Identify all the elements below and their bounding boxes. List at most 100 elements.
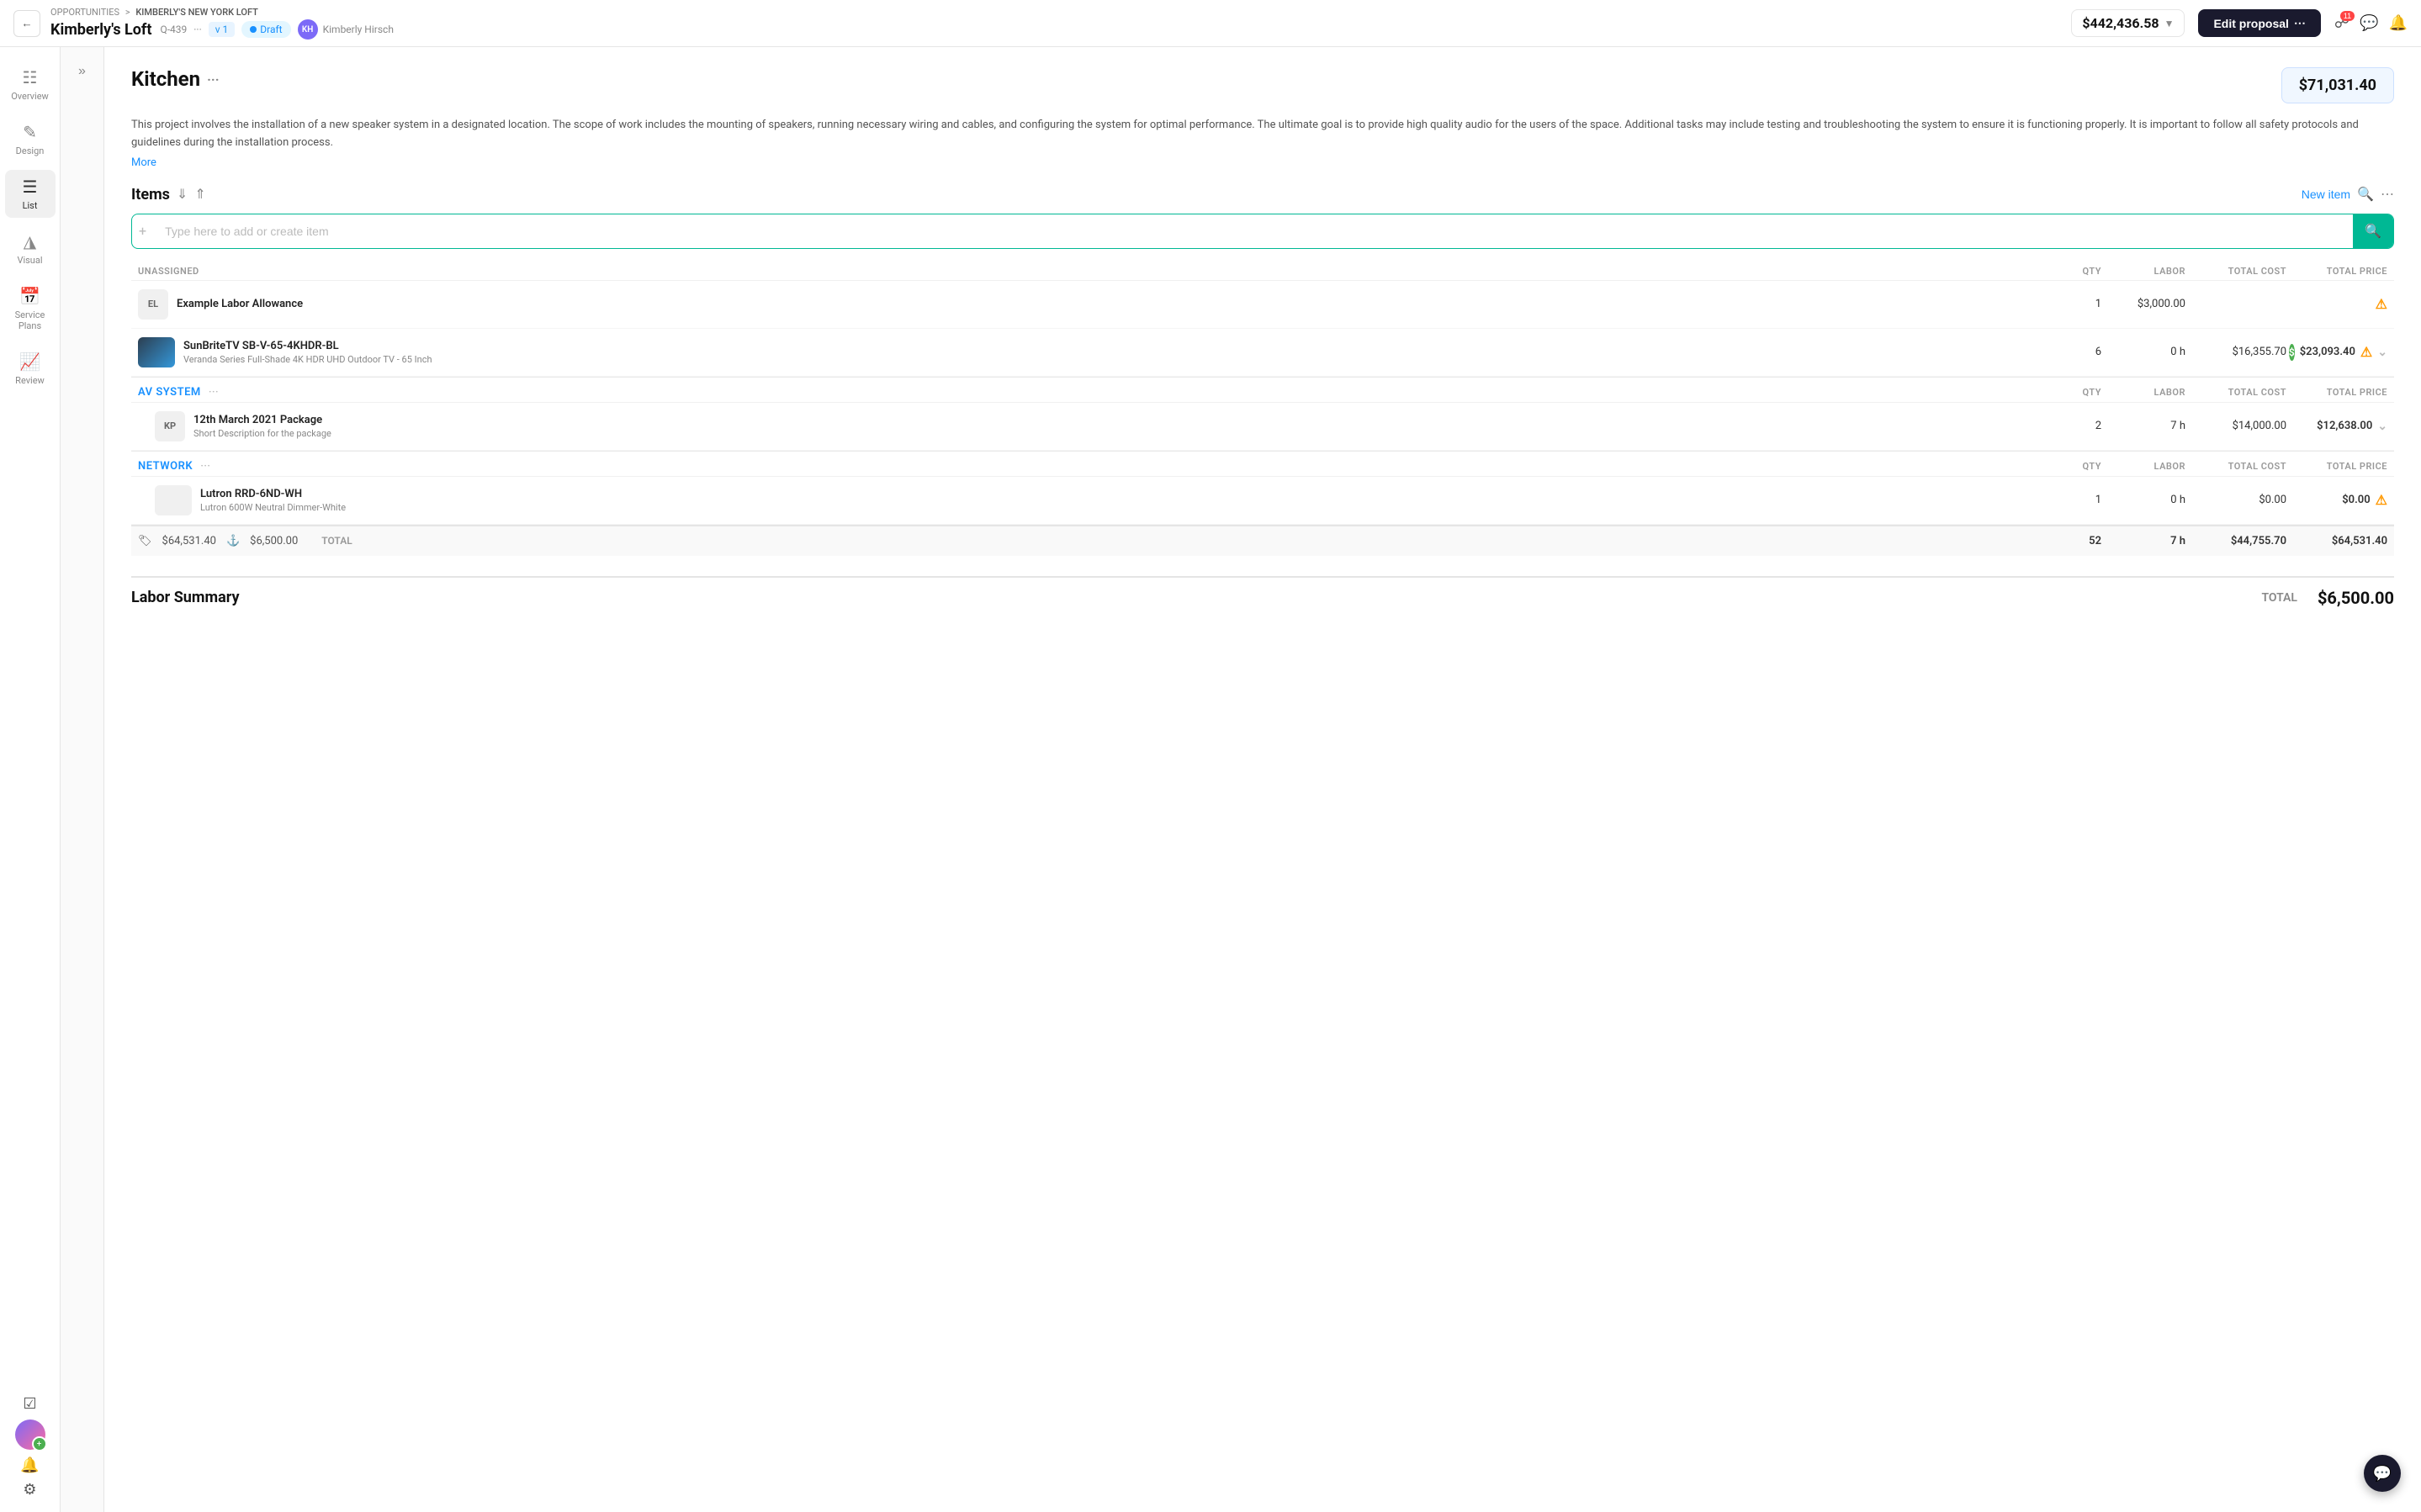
visual-label: Visual bbox=[17, 255, 42, 266]
breadcrumb: OPPORTUNITIES > KIMBERLY'S NEW YORK LOFT bbox=[50, 7, 394, 18]
bookmark-button[interactable]: ☍ 11 bbox=[2334, 14, 2349, 32]
item-desc: Short Description for the package bbox=[193, 428, 331, 439]
edit-proposal-label: Edit proposal bbox=[2213, 17, 2288, 30]
dots-sep: ··· bbox=[193, 24, 201, 35]
add-item-search-button[interactable]: 🔍 bbox=[2353, 214, 2393, 248]
unassigned-col-headers: Unassigned QTY LABOR TOTAL COST TOTAL PR… bbox=[131, 262, 2394, 281]
col-total-price: TOTAL PRICE bbox=[2293, 266, 2394, 277]
overview-label: Overview bbox=[11, 91, 49, 102]
sidebar: ☷ Overview ✎ Design ☰ List ◮ Visual 📅 Se… bbox=[0, 47, 61, 1512]
item-desc: Veranda Series Full-Shade 4K HDR UHD Out… bbox=[183, 354, 432, 365]
more-icon: ⋯ bbox=[2294, 16, 2306, 30]
warning-icon: ⚠ bbox=[2376, 492, 2387, 508]
item-details: Example Labor Allowance bbox=[177, 298, 303, 310]
top-icons: ☍ 11 💬 🔔 bbox=[2334, 14, 2408, 32]
edit-proposal-button[interactable]: Edit proposal ⋯ bbox=[2198, 9, 2320, 37]
overview-icon: ☷ bbox=[23, 67, 38, 87]
sidebar-item-review[interactable]: 📈 Review bbox=[5, 345, 56, 393]
total-price-dropdown[interactable]: $442,436.58 ▼ bbox=[2071, 9, 2185, 37]
task-button[interactable]: ☑ bbox=[23, 1395, 36, 1413]
green-check-icon: $ bbox=[2289, 344, 2295, 361]
back-button[interactable]: ← bbox=[13, 10, 40, 37]
search-items-button[interactable]: 🔍 bbox=[2357, 186, 2374, 203]
service-plans-icon: 📅 bbox=[19, 286, 40, 306]
sidebar-item-visual[interactable]: ◮ Visual bbox=[5, 225, 56, 272]
chat-button[interactable]: 💬 bbox=[2360, 14, 2378, 32]
item-desc: Lutron 600W Neutral Dimmer-White bbox=[200, 502, 346, 513]
project-description: This project involves the installation o… bbox=[131, 117, 2394, 152]
av-col-qty: QTY bbox=[2041, 387, 2108, 398]
item-price: $12,638.00 ⌄ bbox=[2293, 420, 2394, 433]
more-items-button[interactable]: ⋯ bbox=[2381, 186, 2394, 203]
user-avatar[interactable] bbox=[15, 1419, 45, 1450]
labor-total-value: $6,500.00 bbox=[2318, 588, 2394, 608]
sidebar-item-list[interactable]: ☰ List bbox=[5, 170, 56, 218]
network-dots[interactable]: ··· bbox=[200, 460, 210, 472]
expand-sidebar-button[interactable]: » bbox=[72, 57, 93, 86]
items-header: Items ⇓ ⇑ New item 🔍 ⋯ bbox=[131, 186, 2394, 204]
av-system-section: AV System ··· QTY LABOR TOTAL COST TOTAL… bbox=[131, 377, 2394, 451]
sidebar-item-service-plans[interactable]: 📅 Service Plans bbox=[5, 279, 56, 338]
totals-total-price: $64,531.40 bbox=[2293, 535, 2394, 547]
project-title: Kimberly's Loft bbox=[50, 21, 151, 39]
item-qty: 1 bbox=[2041, 298, 2108, 310]
notifications-sidebar-button[interactable]: 🔔 bbox=[20, 1456, 39, 1474]
items-title: Items bbox=[131, 186, 170, 204]
draft-label: Draft bbox=[260, 24, 282, 35]
net-col-total-cost: TOTAL COST bbox=[2192, 461, 2293, 472]
assignee-avatar: KH bbox=[298, 19, 318, 40]
item-badge: KP bbox=[155, 411, 185, 441]
labor-icon: ⚓ bbox=[226, 535, 240, 547]
collapse-all-button[interactable]: ⇓ bbox=[177, 186, 188, 203]
av-col-labor: LABOR bbox=[2108, 387, 2192, 398]
page-title-container: Kitchen ··· bbox=[131, 67, 220, 91]
nav-right: $442,436.58 ▼ Edit proposal ⋯ ☍ 11 💬 🔔 bbox=[2071, 9, 2408, 37]
add-item-input[interactable] bbox=[153, 216, 2353, 246]
item-qty: 2 bbox=[2041, 420, 2108, 432]
expand-row-icon[interactable]: ⌄ bbox=[2377, 346, 2387, 359]
draft-badge: Draft bbox=[241, 21, 290, 38]
project-info: OPPORTUNITIES > KIMBERLY'S NEW YORK LOFT… bbox=[50, 7, 394, 40]
new-item-button[interactable]: New item bbox=[2302, 188, 2350, 201]
item-thumb-img bbox=[138, 337, 175, 367]
av-col-total-cost: TOTAL COST bbox=[2192, 387, 2293, 398]
item-info: EL Example Labor Allowance bbox=[131, 289, 2041, 320]
item-cost: $14,000.00 bbox=[2192, 420, 2293, 432]
add-item-row: + 🔍 bbox=[131, 214, 2394, 249]
expand-all-button[interactable]: ⇑ bbox=[194, 186, 205, 203]
notification-button[interactable]: 🔔 bbox=[2389, 14, 2408, 32]
sidebar-item-design[interactable]: ✎ Design bbox=[5, 115, 56, 163]
network-label: Network bbox=[138, 460, 193, 473]
item-details: Lutron RRD-6ND-WH Lutron 600W Neutral Di… bbox=[200, 488, 346, 513]
item-thumb-placeholder bbox=[155, 485, 192, 515]
sidebar-item-overview[interactable]: ☷ Overview bbox=[5, 61, 56, 108]
net-col-total-price: TOTAL PRICE bbox=[2293, 461, 2394, 472]
labor-header: Labor Summary Total $6,500.00 bbox=[131, 576, 2394, 618]
item-thumbnail bbox=[138, 337, 175, 367]
design-label: Design bbox=[16, 145, 45, 156]
av-col-headers: AV System ··· QTY LABOR TOTAL COST TOTAL… bbox=[131, 377, 2394, 403]
expand-row-icon[interactable]: ⌄ bbox=[2377, 420, 2387, 433]
totals-total-cost: $44,755.70 bbox=[2192, 535, 2293, 547]
col-total-cost: TOTAL COST bbox=[2192, 266, 2293, 277]
version-badge: v 1 bbox=[209, 22, 236, 37]
assignee-name: Kimberly Hirsch bbox=[323, 24, 394, 35]
av-dots[interactable]: ··· bbox=[209, 386, 219, 398]
price-value: $23,093.40 bbox=[2300, 346, 2355, 358]
totals-qty: 52 bbox=[2041, 535, 2108, 547]
network-section: Network ··· QTY LABOR TOTAL COST TOTAL P… bbox=[131, 451, 2394, 525]
total-price-value: $442,436.58 bbox=[2082, 15, 2159, 31]
list-label: List bbox=[23, 200, 38, 211]
table-row: EL Example Labor Allowance 1 $3,000.00 ⚠ bbox=[131, 281, 2394, 329]
more-link[interactable]: More bbox=[131, 156, 156, 169]
chat-bubble[interactable]: 💬 bbox=[2364, 1455, 2401, 1492]
design-icon: ✎ bbox=[23, 122, 37, 142]
notification-badge: 11 bbox=[2340, 11, 2355, 21]
av-section-name: AV System ··· bbox=[131, 386, 2041, 399]
review-icon: 📈 bbox=[19, 352, 40, 372]
assignee: KH Kimberly Hirsch bbox=[298, 19, 394, 40]
item-labor: $3,000.00 bbox=[2108, 298, 2192, 310]
item-qty: 6 bbox=[2041, 346, 2108, 358]
settings-button[interactable]: ⚙ bbox=[23, 1481, 36, 1499]
av-label: AV System bbox=[138, 386, 201, 399]
